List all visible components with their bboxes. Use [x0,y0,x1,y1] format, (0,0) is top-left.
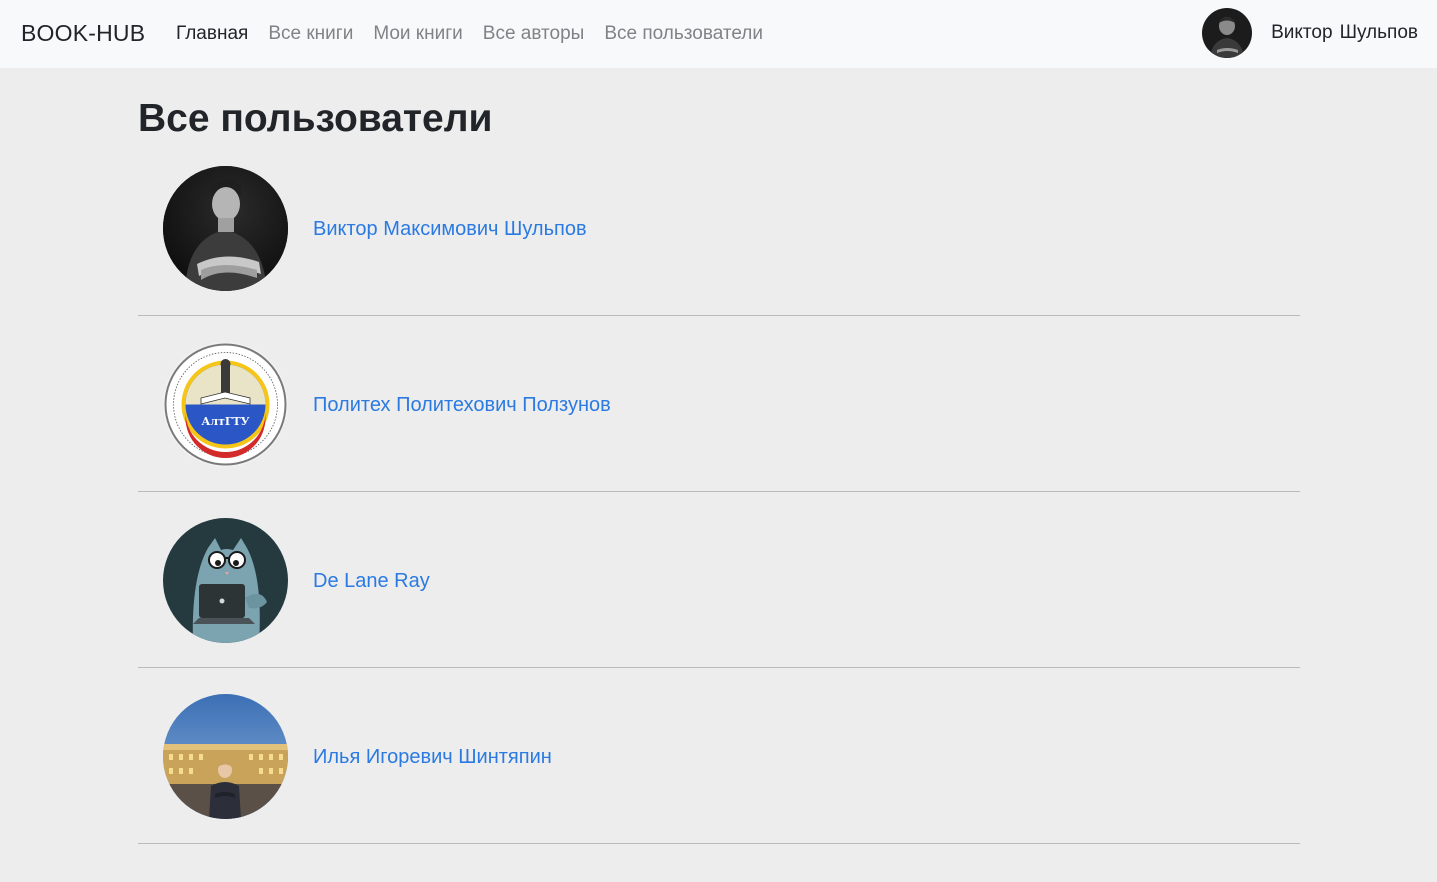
nav-links: Главная Все книги Мои книги Все авторы В… [176,23,783,45]
main-content: Все пользователи Виктор Максимович Шульп… [138,96,1300,844]
nav-link-all-authors[interactable]: Все авторы [483,23,585,45]
emblem-text: АлтГТУ [201,415,249,428]
list-item: Илья Игоревич Шинтяпин [138,668,1300,844]
user-list: Виктор Максимович Шульпов АлтГТУ Политех… [138,166,1300,844]
avatar[interactable] [163,518,288,643]
avatar[interactable] [1202,8,1253,58]
page-title: Все пользователи [138,97,493,140]
current-user-first-name: Виктор [1271,22,1333,43]
user-link[interactable]: Илья Игоревич Шинтяпин [313,746,552,769]
avatar[interactable] [163,166,288,291]
user-link[interactable]: De Lane Ray [313,570,430,593]
brand-link[interactable]: BOOK-HUB [21,20,145,47]
nav-link-all-users[interactable]: Все пользователи [604,23,763,45]
avatar[interactable]: АлтГТУ [163,342,288,467]
avatar[interactable] [163,694,288,819]
current-user-menu[interactable]: Виктор Шульпов [1202,8,1418,58]
nav-link-my-books[interactable]: Мои книги [373,23,462,45]
user-link[interactable]: Виктор Максимович Шульпов [313,218,587,241]
user-link[interactable]: Политех Политехович Ползунов [313,394,611,417]
navbar: BOOK-HUB Главная Все книги Мои книги Все… [0,0,1437,68]
list-item: Виктор Максимович Шульпов [138,166,1300,316]
list-item: АлтГТУ Политех Политехович Ползунов [138,316,1300,492]
nav-link-home[interactable]: Главная [176,23,248,45]
list-item: De Lane Ray [138,492,1300,668]
current-user-name[interactable]: Виктор Шульпов [1271,22,1418,44]
current-user-last-name: Шульпов [1339,22,1418,43]
nav-link-all-books[interactable]: Все книги [268,23,353,45]
